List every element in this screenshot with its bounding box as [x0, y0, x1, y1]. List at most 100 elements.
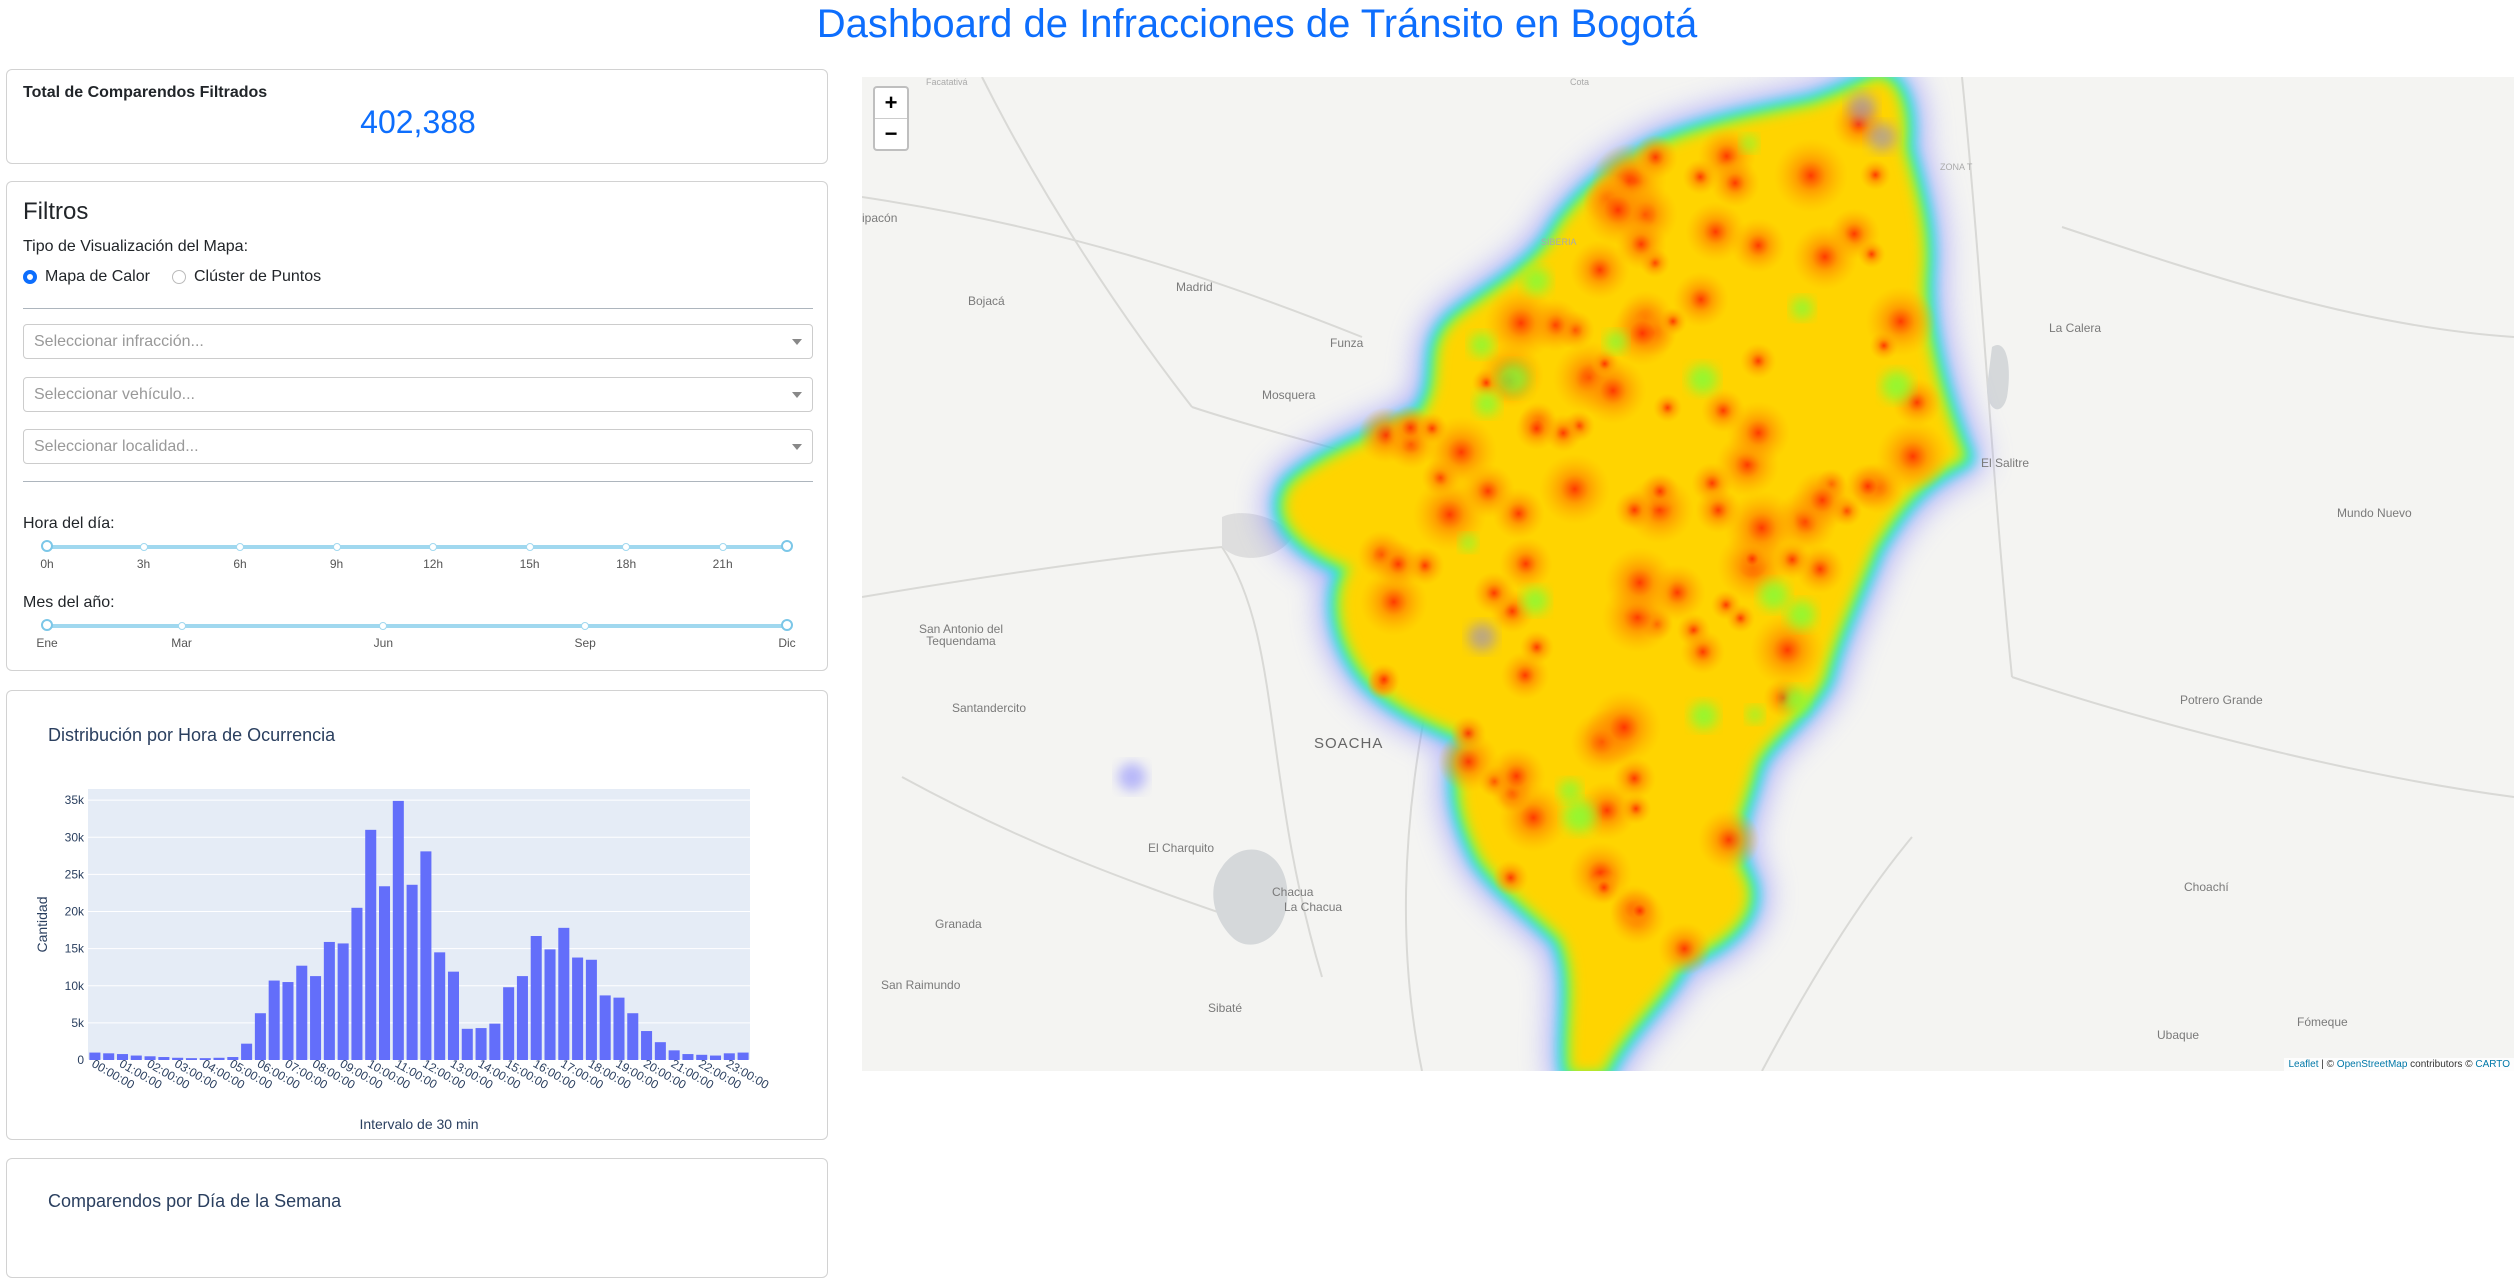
slider-handle-end[interactable] — [781, 619, 793, 631]
slider-handle-start[interactable] — [41, 540, 53, 552]
bar[interactable] — [641, 1031, 653, 1060]
month-range-slider[interactable]: Ene Mar Jun Sep Dic — [36, 618, 796, 650]
bar[interactable] — [572, 957, 584, 1060]
bar[interactable] — [392, 800, 404, 1060]
slider-mark-dot[interactable] — [581, 622, 590, 630]
locality-dropdown[interactable]: Seleccionar localidad... — [23, 429, 813, 464]
bar[interactable] — [503, 987, 515, 1060]
bar[interactable] — [365, 829, 377, 1060]
slider-mark-label: Dic — [778, 636, 796, 650]
slider-handle-end[interactable] — [781, 540, 793, 552]
total-card: Total de Comparendos Filtrados 402,388 — [6, 69, 828, 164]
bar[interactable] — [323, 941, 335, 1060]
slider-mark-dot[interactable] — [177, 622, 186, 630]
road — [2011, 676, 2514, 798]
bar[interactable] — [351, 907, 363, 1060]
bar[interactable] — [475, 1028, 487, 1060]
vehicle-dropdown[interactable]: Seleccionar vehículo... — [23, 377, 813, 412]
slider-mark-label: 18h — [616, 557, 637, 571]
bar[interactable] — [627, 1013, 639, 1060]
radio-unchecked-icon[interactable] — [171, 270, 186, 284]
slider-rail[interactable] — [47, 624, 787, 628]
bar[interactable] — [268, 980, 280, 1060]
heat-spot — [1563, 800, 1596, 833]
zoom-in-button[interactable]: + — [875, 88, 907, 118]
zoom-control: + − — [873, 86, 909, 151]
map-place-label: Mosquera — [1262, 388, 1316, 402]
hour-range-slider[interactable]: 0h 3h 6h 9h 12h 15h 18h 21h — [40, 539, 793, 571]
bar[interactable] — [254, 1013, 266, 1060]
bar[interactable] — [654, 1042, 666, 1060]
bar[interactable] — [737, 1052, 749, 1060]
bar[interactable] — [434, 952, 446, 1060]
bar[interactable] — [447, 971, 459, 1060]
bar[interactable] — [682, 1054, 694, 1060]
bar[interactable] — [710, 1055, 722, 1060]
bar[interactable] — [461, 1028, 473, 1060]
map-place-label: Funza — [1330, 336, 1364, 350]
bar[interactable] — [489, 1023, 501, 1060]
bar[interactable] — [585, 959, 597, 1060]
bar[interactable] — [516, 976, 528, 1060]
heat-spot — [1735, 542, 1769, 576]
slider-mark-dot[interactable] — [332, 543, 341, 551]
radio-checked-icon[interactable] — [23, 270, 37, 284]
bar[interactable] — [103, 1053, 115, 1060]
bar[interactable] — [158, 1057, 170, 1060]
bar[interactable] — [282, 982, 294, 1060]
heat-spot — [1697, 808, 1760, 871]
radio-cluster[interactable]: Clúster de Puntos — [171, 268, 321, 286]
slider-mark-dot[interactable] — [429, 543, 438, 551]
slider-mark-dot[interactable] — [622, 543, 631, 551]
slider-mark-dot[interactable] — [139, 543, 148, 551]
chevron-down-icon[interactable] — [792, 339, 802, 345]
slider-rail[interactable] — [47, 545, 787, 549]
bar[interactable] — [530, 936, 542, 1060]
radio-heatmap[interactable]: Mapa de Calor — [23, 268, 150, 286]
bar[interactable] — [337, 943, 349, 1060]
bar[interactable] — [420, 851, 432, 1060]
chevron-down-icon[interactable] — [792, 392, 802, 398]
bar[interactable] — [241, 1043, 253, 1060]
bar[interactable] — [599, 995, 611, 1060]
chevron-down-icon[interactable] — [792, 444, 802, 450]
locality-placeholder: Seleccionar localidad... — [34, 438, 199, 455]
road — [981, 77, 1193, 408]
osm-link[interactable]: OpenStreetMap — [2337, 1059, 2408, 1070]
slider-mark-dot[interactable] — [236, 543, 245, 551]
y-tick-label: 20k — [65, 905, 85, 919]
slider-handle-start[interactable] — [41, 619, 53, 631]
heat-spot — [1539, 453, 1611, 525]
slider-mark-label: Ene — [36, 636, 58, 650]
bar[interactable] — [613, 997, 625, 1060]
map-place-label: Fómeque — [2297, 1015, 2348, 1029]
bar[interactable] — [130, 1055, 142, 1060]
slider-mark-label: 15h — [519, 557, 540, 571]
heat-spot — [1726, 401, 1791, 465]
heat-spot — [1367, 663, 1401, 696]
heat-spot — [1869, 331, 1899, 361]
total-value: 402,388 — [360, 104, 476, 140]
weekday-chart-title: Comparendos por Día de la Semana — [48, 1191, 342, 1211]
bar[interactable] — [213, 1057, 225, 1060]
bar[interactable] — [310, 976, 322, 1060]
bar[interactable] — [406, 884, 418, 1060]
bar[interactable] — [185, 1058, 197, 1060]
slider-mark-dot[interactable] — [525, 543, 534, 551]
slider-mark-dot[interactable] — [379, 622, 388, 630]
y-tick-label: 25k — [65, 867, 85, 881]
bar[interactable] — [296, 965, 308, 1060]
zoom-out-button[interactable]: − — [875, 118, 907, 149]
map-canvas[interactable] — [862, 77, 2514, 1071]
carto-link[interactable]: CARTO — [2475, 1059, 2510, 1070]
bar[interactable] — [379, 886, 391, 1060]
bar[interactable] — [558, 927, 570, 1060]
y-tick-label: 5k — [71, 1016, 85, 1030]
infraction-dropdown[interactable]: Seleccionar infracción... — [23, 324, 813, 359]
map-place-label: San Antonio del Tequendama — [918, 622, 1004, 648]
slider-mark-dot[interactable] — [718, 543, 727, 551]
heatmap-map[interactable]: Madrid Funza Mosquera Bojacá La Calera El Sal… — [862, 77, 2514, 1071]
bar[interactable] — [544, 949, 556, 1060]
leaflet-link[interactable]: Leaflet — [2288, 1059, 2318, 1070]
heat-spot — [1640, 471, 1680, 511]
